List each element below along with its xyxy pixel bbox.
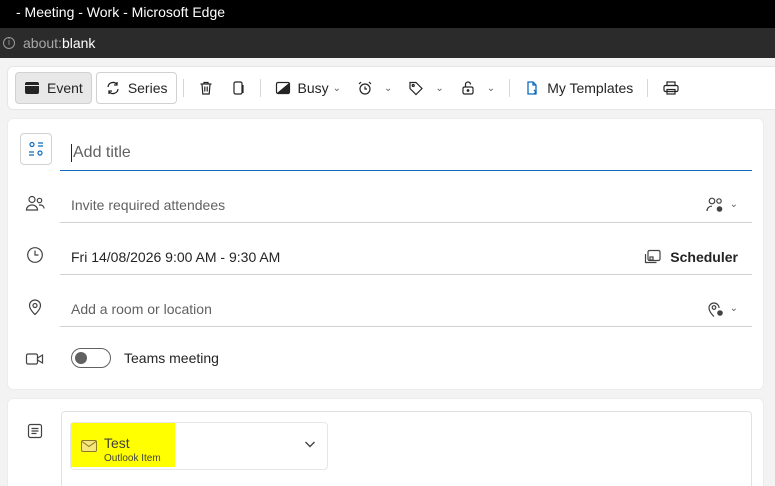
templates-icon bbox=[527, 81, 538, 95]
toolbar-divider bbox=[647, 79, 649, 97]
chevron-down-icon: ⌄ bbox=[486, 82, 496, 94]
attachment-type: Outlook Item bbox=[104, 453, 161, 464]
info-icon[interactable]: i bbox=[3, 37, 15, 49]
envelope-icon bbox=[81, 439, 97, 457]
my-templates-button[interactable]: My Templates bbox=[516, 72, 641, 104]
attachment-card[interactable]: Test Outlook Item bbox=[70, 422, 328, 470]
unlock-icon bbox=[462, 81, 474, 95]
scheduler-icon bbox=[645, 249, 661, 263]
series-button-label: Series bbox=[127, 80, 168, 96]
chevron-down-icon: ⌄ bbox=[332, 82, 342, 94]
title-field[interactable]: Add title bbox=[60, 135, 752, 171]
attendee-options-dropdown[interactable]: ⌄ bbox=[706, 196, 738, 214]
delete-button[interactable] bbox=[190, 72, 222, 104]
people-settings-icon bbox=[706, 197, 722, 212]
trash-icon bbox=[200, 81, 211, 95]
chevron-down-icon: ⌄ bbox=[435, 82, 444, 94]
title-placeholder: Add title bbox=[73, 143, 131, 161]
toolbar-divider bbox=[509, 79, 511, 97]
meeting-toolbar: Event Series Busy ⌄ ⌄ ⌄ ⌄ My Templates bbox=[7, 66, 775, 110]
event-button-label: Event bbox=[47, 80, 83, 96]
reminder-dropdown[interactable]: ⌄ bbox=[349, 72, 400, 104]
teams-meeting-label: Teams meeting bbox=[124, 350, 219, 366]
address-host: blank bbox=[61, 35, 96, 51]
busy-dropdown[interactable]: Busy ⌄ bbox=[267, 72, 350, 104]
address-bar[interactable]: i about: blank bbox=[0, 28, 775, 58]
chevron-down-icon: ⌄ bbox=[729, 199, 738, 210]
attendees-placeholder: Invite required attendees bbox=[71, 196, 226, 213]
attachment-menu-chevron-icon[interactable] bbox=[303, 437, 317, 456]
chevron-down-icon: ⌄ bbox=[729, 303, 738, 314]
printer-icon bbox=[663, 81, 679, 95]
event-button[interactable]: Event bbox=[15, 72, 92, 104]
scheduler-label: Scheduler bbox=[670, 248, 738, 265]
status-icon bbox=[275, 81, 290, 95]
teams-meeting-toggle[interactable] bbox=[71, 348, 111, 368]
window-title: - Meeting - Work - Microsoft Edge bbox=[16, 4, 226, 20]
attendees-field[interactable]: Invite required attendees ⌄ bbox=[60, 187, 752, 223]
body-editor[interactable]: Test Outlook Item bbox=[61, 411, 752, 486]
scheduler-button[interactable]: Scheduler bbox=[644, 249, 738, 265]
copy-button[interactable] bbox=[222, 72, 254, 104]
meeting-form-card: Add title Invite required attendees ⌄ Fr… bbox=[7, 118, 764, 390]
busy-label: Busy bbox=[297, 80, 329, 96]
window-title-bar: - Meeting - Work - Microsoft Edge bbox=[0, 0, 775, 28]
privacy-dropdown[interactable]: ⌄ bbox=[452, 72, 503, 104]
my-templates-label: My Templates bbox=[547, 80, 634, 96]
print-button[interactable] bbox=[654, 72, 688, 104]
datetime-field[interactable]: Fri 14/08/2026 9:00 AM - 9:30 AM Schedul… bbox=[60, 239, 752, 275]
text-caret bbox=[71, 143, 72, 162]
attachment-name: Test bbox=[104, 435, 130, 451]
calendar-event-icon bbox=[25, 82, 39, 94]
toggle-knob bbox=[75, 352, 87, 364]
location-field[interactable]: Add a room or location ⌄ bbox=[60, 291, 752, 327]
location-settings-icon bbox=[708, 301, 723, 317]
scheduling-assistant-button[interactable] bbox=[20, 133, 52, 165]
location-options-dropdown[interactable]: ⌄ bbox=[706, 300, 738, 318]
video-camera-icon bbox=[25, 349, 45, 369]
location-placeholder: Add a room or location bbox=[71, 300, 212, 317]
meeting-body-card: Test Outlook Item bbox=[7, 398, 764, 486]
series-button[interactable]: Series bbox=[95, 72, 177, 104]
clock-icon bbox=[25, 245, 45, 265]
tag-icon bbox=[409, 81, 424, 96]
alarm-clock-icon bbox=[358, 81, 372, 95]
notes-icon bbox=[25, 421, 45, 441]
toolbar-divider bbox=[182, 79, 184, 97]
toolbar-divider bbox=[259, 79, 261, 97]
scheduling-icon bbox=[29, 141, 43, 156]
copy-icon bbox=[232, 81, 244, 95]
people-icon bbox=[25, 193, 45, 213]
datetime-value: Fri 14/08/2026 9:00 AM - 9:30 AM bbox=[71, 248, 281, 265]
repeat-icon bbox=[107, 81, 119, 95]
chevron-down-icon: ⌄ bbox=[384, 82, 393, 94]
location-pin-icon bbox=[25, 297, 45, 317]
categorize-dropdown[interactable]: ⌄ bbox=[400, 72, 451, 104]
address-scheme: about: bbox=[23, 35, 62, 51]
